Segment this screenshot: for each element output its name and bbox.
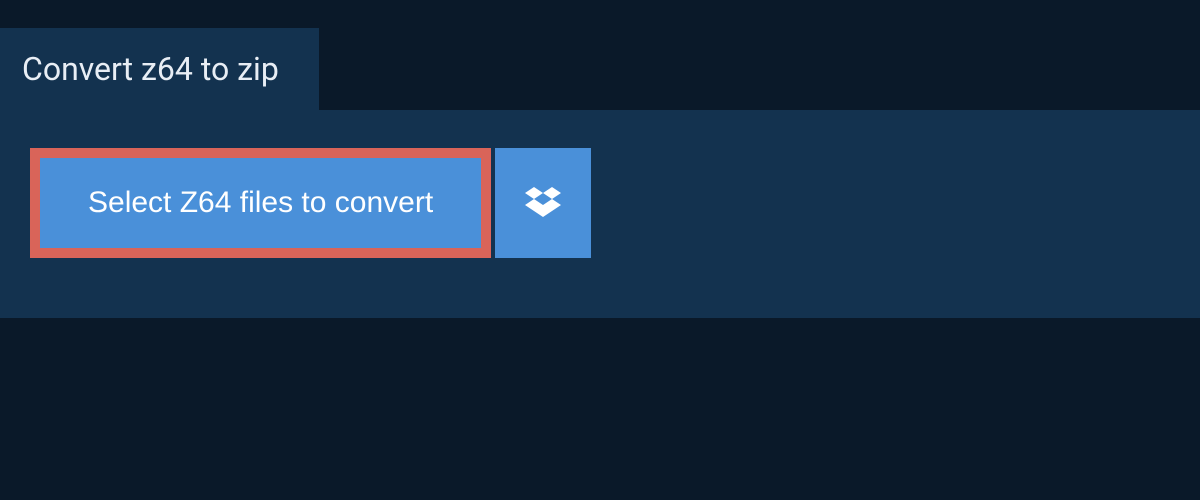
page-title: Convert z64 to zip: [22, 50, 279, 88]
upload-panel: Select Z64 files to convert: [0, 110, 1200, 318]
dropbox-button[interactable]: [495, 148, 591, 258]
select-files-button[interactable]: Select Z64 files to convert: [40, 158, 481, 248]
dropbox-icon: [525, 184, 561, 223]
select-button-highlight: Select Z64 files to convert: [30, 148, 491, 258]
button-row: Select Z64 files to convert: [30, 148, 1170, 258]
page-title-tab: Convert z64 to zip: [0, 28, 319, 110]
